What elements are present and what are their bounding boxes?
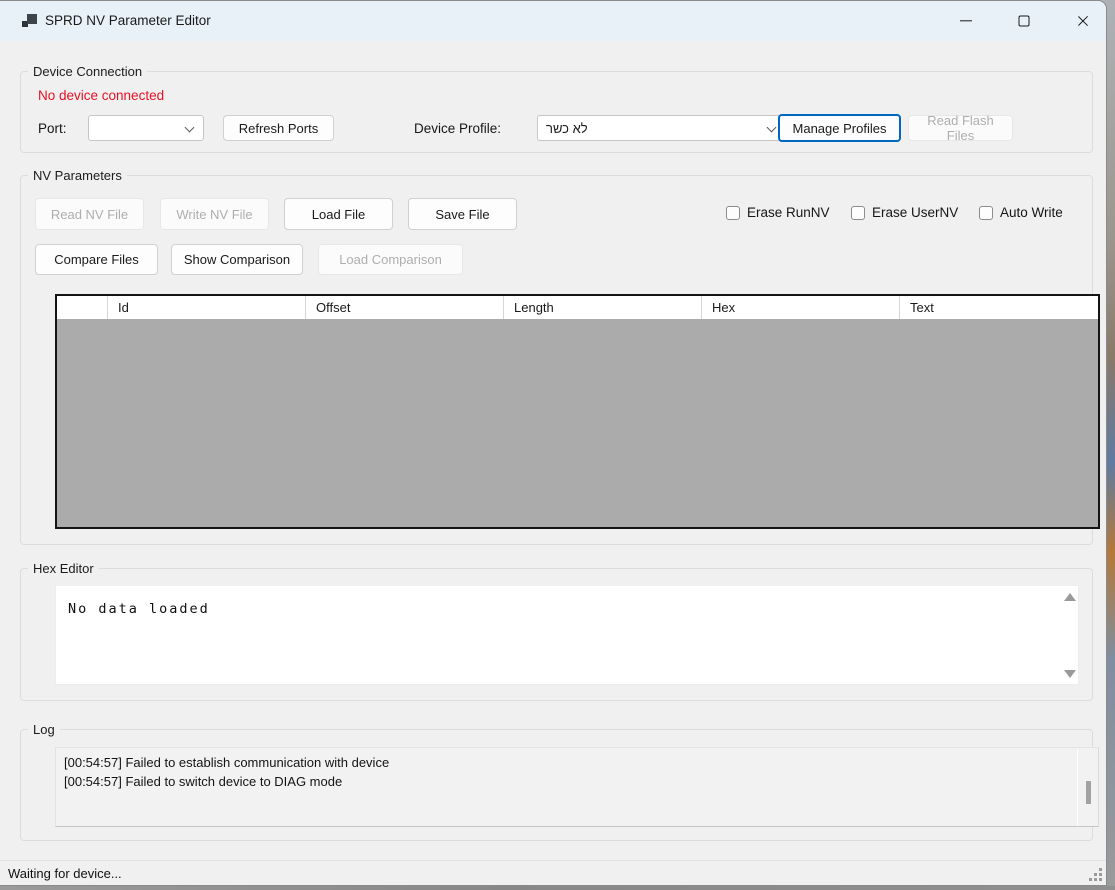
hex-editor-group: Hex Editor No data loaded (20, 568, 1093, 701)
log-entry: [00:54:57] Failed to establish communica… (56, 748, 1098, 772)
log-entry: [00:54:57] Failed to switch device to DI… (56, 772, 1098, 791)
table-header-row: Id Offset Length Hex Text (57, 296, 1098, 319)
device-profile-value: לא כשר (546, 121, 588, 136)
nv-parameters-title: NV Parameters (28, 168, 127, 183)
auto-write-label: Auto Write (1000, 205, 1063, 220)
load-comparison-button: Load Comparison (318, 244, 463, 275)
log-title: Log (28, 722, 60, 737)
maximize-icon (1019, 16, 1030, 27)
hex-editor-textbox[interactable]: No data loaded (55, 585, 1079, 685)
auto-write-checkbox[interactable]: Auto Write (979, 205, 1063, 220)
nv-parameters-group: NV Parameters Read NV File Write NV File… (20, 175, 1093, 545)
scroll-up-arrow[interactable] (1064, 593, 1076, 601)
minimize-button[interactable] (943, 1, 989, 41)
show-comparison-button[interactable]: Show Comparison (171, 244, 303, 275)
scroll-down-arrow[interactable] (1064, 670, 1076, 678)
log-group: Log [00:54:57] Failed to establish commu… (20, 729, 1093, 841)
device-profile-label: Device Profile: (414, 121, 501, 136)
column-header-text[interactable]: Text (900, 296, 1098, 319)
hex-editor-title: Hex Editor (28, 561, 99, 576)
checkbox-icon (726, 206, 740, 220)
port-combobox[interactable] (88, 115, 204, 141)
close-button[interactable] (1060, 1, 1106, 41)
read-flash-files-button: Read Flash Files (908, 115, 1013, 141)
maximize-button[interactable] (1001, 1, 1047, 41)
hex-editor-content: No data loaded (56, 586, 1078, 617)
manage-profiles-button[interactable]: Manage Profiles (778, 114, 901, 142)
checkbox-icon (851, 206, 865, 220)
erase-usernv-checkbox[interactable]: Erase UserNV (851, 205, 958, 220)
read-nv-file-button: Read NV File (35, 198, 144, 230)
write-nv-file-button: Write NV File (160, 198, 269, 230)
chevron-down-icon (767, 123, 777, 133)
chevron-down-icon (185, 123, 195, 133)
device-profile-combobox[interactable]: לא כשר (537, 115, 786, 141)
close-icon (1077, 15, 1090, 28)
erase-runnv-checkbox[interactable]: Erase RunNV (726, 205, 830, 220)
window-bottom-edge (0, 886, 1115, 890)
port-label: Port: (38, 121, 67, 136)
row-selector-header[interactable] (57, 296, 108, 319)
status-text: Waiting for device... (8, 861, 122, 886)
save-file-button[interactable]: Save File (408, 198, 517, 230)
table-body-empty (57, 319, 1098, 527)
scrollbar-thumb[interactable] (1086, 781, 1091, 804)
compare-files-button[interactable]: Compare Files (35, 244, 158, 275)
resize-grip-icon[interactable] (1099, 878, 1102, 881)
connection-status-text: No device connected (38, 88, 164, 103)
column-header-length[interactable]: Length (504, 296, 702, 319)
column-header-offset[interactable]: Offset (306, 296, 504, 319)
app-window: SPRD NV Parameter Editor Device Connecti… (0, 0, 1107, 886)
window-title: SPRD NV Parameter Editor (45, 1, 211, 41)
title-bar[interactable]: SPRD NV Parameter Editor (0, 1, 1106, 41)
device-connection-group: Device Connection No device connected Po… (20, 71, 1093, 153)
minimize-icon (960, 20, 972, 21)
nv-parameters-table: Id Offset Length Hex Text (55, 294, 1100, 529)
device-connection-title: Device Connection (28, 64, 147, 79)
column-header-hex[interactable]: Hex (702, 296, 900, 319)
erase-usernv-label: Erase UserNV (872, 205, 958, 220)
refresh-ports-button[interactable]: Refresh Ports (223, 115, 334, 141)
log-scrollbar[interactable] (1077, 748, 1098, 826)
app-icon (22, 13, 38, 29)
column-header-id[interactable]: Id (108, 296, 306, 319)
log-textbox[interactable]: [00:54:57] Failed to establish communica… (55, 747, 1099, 827)
load-file-button[interactable]: Load File (284, 198, 393, 230)
checkbox-icon (979, 206, 993, 220)
erase-runnv-label: Erase RunNV (747, 205, 830, 220)
status-bar: Waiting for device... (0, 860, 1106, 885)
